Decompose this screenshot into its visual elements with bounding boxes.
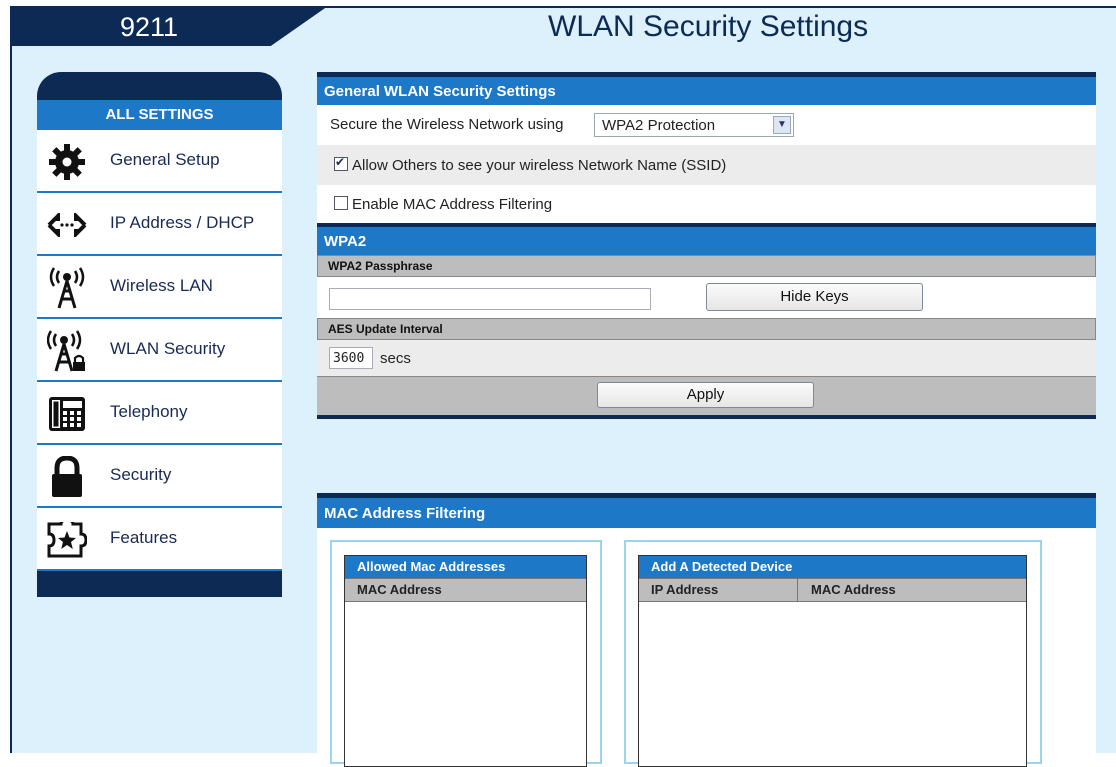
- detected-device-box: Add A Detected Device IP Address MAC Add…: [624, 540, 1042, 767]
- model-name: 9211: [120, 12, 179, 42]
- allowed-mac-box: Allowed Mac Addresses MAC Address: [330, 540, 602, 767]
- wireless-tower-icon: [47, 267, 87, 309]
- aes-interval-unit: secs: [380, 350, 411, 367]
- secure-network-row: Secure the Wireless Network using WPA2 P…: [317, 105, 1096, 145]
- allowed-mac-heading: Allowed Mac Addresses: [345, 556, 586, 578]
- sidebar-item-ip-address[interactable]: IP Address / DHCP: [37, 193, 282, 256]
- aes-interval-input[interactable]: 3600: [329, 347, 373, 369]
- passphrase-heading: WPA2 Passphrase: [317, 255, 1096, 277]
- allowed-mac-column-header: MAC Address: [345, 578, 586, 602]
- sidebar-item-label: Security: [110, 465, 172, 484]
- page-title: WLAN Security Settings: [548, 10, 869, 43]
- ssid-row: Allow Others to see your wireless Networ…: [317, 145, 1096, 185]
- sidebar-item-telephony[interactable]: Telephony: [37, 382, 282, 445]
- sidebar-item-label: WLAN Security: [110, 339, 226, 358]
- detected-device-list: Add A Detected Device IP Address MAC Add…: [638, 555, 1027, 767]
- sidebar-item-label: General Setup: [110, 150, 220, 169]
- mac-address-column: MAC Address: [357, 582, 442, 597]
- sidebar: ALL SETTINGS General Setup IP Address / …: [37, 72, 282, 598]
- passphrase-input[interactable]: [329, 288, 651, 310]
- apply-button[interactable]: Apply: [597, 382, 814, 408]
- network-arrows-icon: [47, 205, 87, 245]
- mac-filter-checkbox-wrap: Enable MAC Address Filtering: [334, 196, 552, 213]
- detected-device-column-header: IP Address MAC Address: [639, 578, 1026, 602]
- ssid-visibility-label: Allow Others to see your wireless Networ…: [352, 157, 727, 174]
- mac-address-column: MAC Address: [811, 582, 896, 597]
- sidebar-heading: ALL SETTINGS: [37, 100, 282, 130]
- mac-filter-checkbox[interactable]: [334, 196, 348, 211]
- sidebar-item-security[interactable]: Security: [37, 445, 282, 508]
- aes-interval-row: 3600 secs: [317, 340, 1096, 376]
- gear-icon: [47, 142, 87, 182]
- ip-address-column: IP Address: [651, 582, 719, 597]
- padlock-icon: [47, 456, 87, 497]
- aes-interval-heading: AES Update Interval: [317, 318, 1096, 340]
- apply-row: Apply: [317, 376, 1096, 419]
- sidebar-item-general-setup[interactable]: General Setup: [37, 130, 282, 193]
- hide-keys-button[interactable]: Hide Keys: [706, 283, 923, 311]
- column-divider: [797, 579, 798, 601]
- general-security-panel: General WLAN Security Settings Secure th…: [317, 72, 1096, 419]
- mac-filtering-panel: MAC Address Filtering Allowed Mac Addres…: [317, 493, 1096, 767]
- chevron-down-icon[interactable]: ▼: [773, 116, 791, 134]
- ssid-visibility-checkbox[interactable]: [334, 155, 348, 172]
- sidebar-item-wlan-security[interactable]: WLAN Security: [37, 319, 282, 382]
- mac-filtering-heading: MAC Address Filtering: [317, 498, 1096, 528]
- sidebar-bottom: [37, 571, 282, 597]
- sidebar-item-label: Features: [110, 528, 178, 547]
- general-security-heading: General WLAN Security Settings: [317, 77, 1096, 105]
- puzzle-star-icon: [47, 520, 87, 560]
- secure-network-label: Secure the Wireless Network using: [330, 116, 564, 133]
- mac-filter-row: Enable MAC Address Filtering: [317, 185, 1096, 223]
- sidebar-item-label: IP Address / DHCP: [110, 213, 255, 232]
- sidebar-item-wireless-lan[interactable]: Wireless LAN: [37, 256, 282, 319]
- sidebar-item-features[interactable]: Features: [37, 508, 282, 571]
- desk-phone-icon: [47, 394, 87, 434]
- passphrase-row: Hide Keys: [317, 277, 1096, 318]
- sidebar-top: [37, 72, 282, 100]
- protection-select-value: WPA2 Protection: [602, 117, 716, 134]
- allowed-mac-list: Allowed Mac Addresses MAC Address: [344, 555, 587, 767]
- wpa2-heading: WPA2: [317, 223, 1096, 255]
- detected-device-heading: Add A Detected Device: [639, 556, 1026, 578]
- ssid-checkbox-wrap: Allow Others to see your wireless Networ…: [334, 155, 727, 174]
- mac-filter-label: Enable MAC Address Filtering: [352, 196, 553, 213]
- sidebar-item-label: Wireless LAN: [110, 276, 213, 295]
- sidebar-item-label: Telephony: [110, 402, 188, 421]
- wireless-lock-icon: [47, 330, 87, 372]
- protection-select[interactable]: WPA2 Protection ▼: [594, 113, 794, 137]
